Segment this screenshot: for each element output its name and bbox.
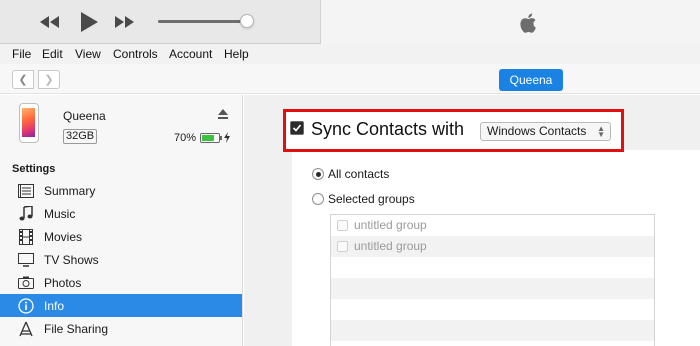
sidebar-item-photos[interactable]: Photos bbox=[0, 271, 242, 294]
apple-logo-icon bbox=[520, 13, 536, 33]
rewind-icon bbox=[40, 16, 59, 28]
sidebar-item-info[interactable]: Info bbox=[0, 294, 242, 317]
group-checkbox[interactable] bbox=[337, 241, 348, 252]
sidebar: Queena 32GB 70% Settings Summary Music M… bbox=[0, 95, 243, 346]
sidebar-item-label: File Sharing bbox=[44, 321, 109, 336]
fast-forward-button[interactable] bbox=[112, 10, 136, 34]
sidebar-item-label: Info bbox=[44, 298, 65, 313]
volume-level bbox=[158, 20, 242, 23]
tv-icon bbox=[17, 252, 35, 268]
menu-controls[interactable]: Controls bbox=[113, 47, 158, 61]
fast-forward-icon bbox=[115, 16, 134, 28]
checkmark-icon bbox=[291, 122, 303, 134]
empty-row bbox=[331, 320, 654, 341]
chevron-right-icon: ❯ bbox=[44, 74, 54, 86]
group-label: untitled group bbox=[354, 239, 427, 253]
back-button[interactable]: ❮ bbox=[12, 70, 34, 89]
battery-icon bbox=[200, 133, 222, 143]
menu-edit[interactable]: Edit bbox=[42, 47, 63, 61]
capacity-badge: 32GB bbox=[63, 129, 98, 144]
play-button[interactable] bbox=[76, 10, 100, 34]
volume-knob[interactable] bbox=[240, 14, 254, 28]
rewind-button[interactable] bbox=[38, 10, 62, 34]
sidebar-item-summary[interactable]: Summary bbox=[0, 179, 242, 202]
navigation-bar: ❮ ❯ Queena bbox=[0, 64, 700, 94]
camera-icon bbox=[17, 275, 35, 291]
selected-groups-radio[interactable] bbox=[312, 193, 324, 205]
sync-contacts-checkbox[interactable] bbox=[290, 121, 304, 135]
all-contacts-label: All contacts bbox=[328, 167, 390, 181]
device-button[interactable]: Queena bbox=[499, 69, 563, 91]
device-name: Queena bbox=[63, 109, 106, 123]
groups-list: untitled group untitled group bbox=[330, 214, 655, 346]
list-item: untitled group bbox=[331, 215, 654, 236]
title-bar bbox=[0, 0, 700, 44]
select-updown-icon: ▲ ▼ bbox=[597, 124, 605, 139]
menu-bar: File Edit View Controls Account Help bbox=[0, 44, 700, 64]
play-icon bbox=[81, 12, 98, 32]
battery-percent: 70% bbox=[174, 132, 197, 144]
info-icon bbox=[17, 297, 35, 314]
sidebar-item-file-sharing[interactable]: File Sharing bbox=[0, 317, 242, 340]
sidebar-item-music[interactable]: Music bbox=[0, 202, 242, 225]
list-item: untitled group bbox=[331, 236, 654, 257]
menu-help[interactable]: Help bbox=[224, 47, 249, 61]
all-contacts-radio[interactable] bbox=[312, 168, 324, 180]
menu-view[interactable]: View bbox=[75, 47, 101, 61]
eject-icon[interactable] bbox=[218, 109, 228, 119]
contacts-source-value: Windows Contacts bbox=[487, 124, 587, 138]
contacts-source-select[interactable]: Windows Contacts ▲ ▼ bbox=[480, 122, 611, 141]
iphone-icon bbox=[19, 103, 39, 143]
status-display bbox=[320, 0, 700, 44]
sidebar-item-label: Movies bbox=[44, 229, 83, 244]
empty-row bbox=[331, 341, 654, 346]
group-checkbox[interactable] bbox=[337, 220, 348, 231]
sidebar-item-movies[interactable]: Movies bbox=[0, 225, 242, 248]
music-note-icon bbox=[17, 206, 35, 222]
sidebar-item-label: Summary bbox=[44, 183, 96, 198]
empty-row bbox=[331, 278, 654, 299]
empty-row bbox=[331, 299, 654, 320]
charging-bolt-icon bbox=[224, 132, 230, 143]
chevron-left-icon: ❮ bbox=[18, 74, 28, 86]
summary-icon bbox=[17, 183, 35, 199]
sync-contacts-label: Sync Contacts with bbox=[311, 119, 465, 139]
menu-account[interactable]: Account bbox=[169, 47, 212, 61]
selected-groups-label: Selected groups bbox=[328, 192, 415, 206]
menu-file[interactable]: File bbox=[12, 47, 31, 61]
sidebar-item-label: Music bbox=[44, 206, 76, 221]
file-sharing-icon bbox=[17, 321, 35, 337]
sidebar-item-tv-shows[interactable]: TV Shows bbox=[0, 248, 242, 271]
film-icon bbox=[17, 228, 35, 245]
sidebar-item-label: Photos bbox=[44, 275, 82, 290]
sidebar-item-label: TV Shows bbox=[44, 252, 99, 267]
group-label: untitled group bbox=[354, 218, 427, 232]
volume-slider[interactable] bbox=[158, 20, 248, 23]
settings-section-title: Settings bbox=[12, 163, 56, 175]
empty-row bbox=[331, 257, 654, 278]
forward-button[interactable]: ❯ bbox=[38, 70, 60, 89]
